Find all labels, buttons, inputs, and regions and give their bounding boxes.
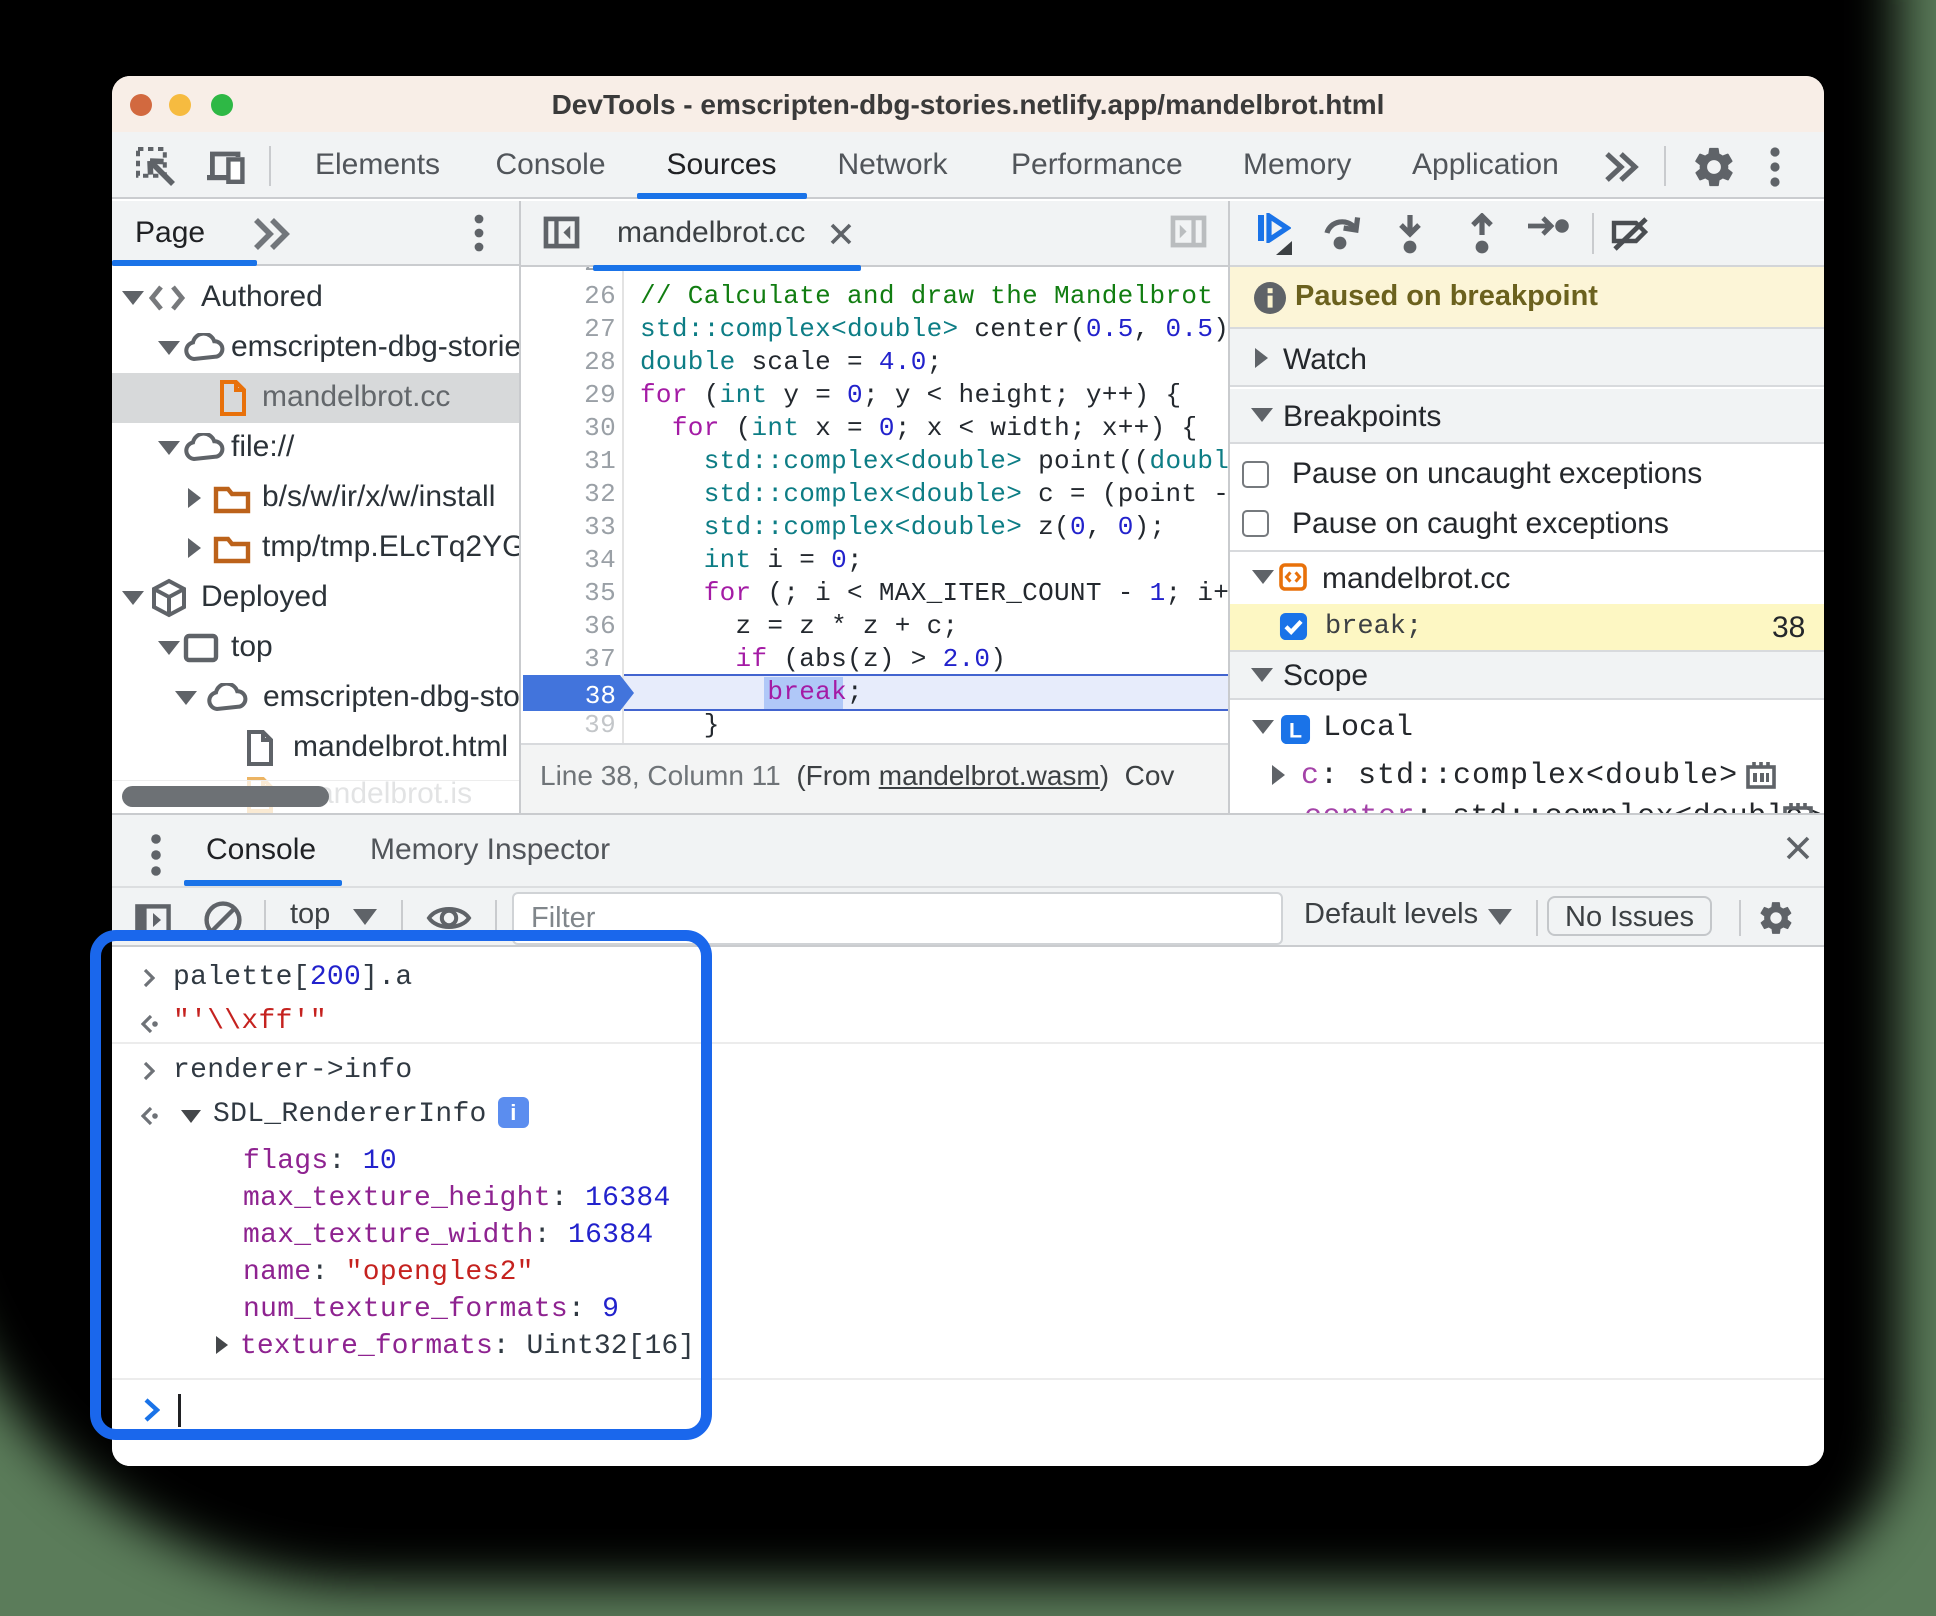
svg-text:38: 38	[585, 681, 616, 711]
svg-text:L: L	[1289, 718, 1302, 742]
